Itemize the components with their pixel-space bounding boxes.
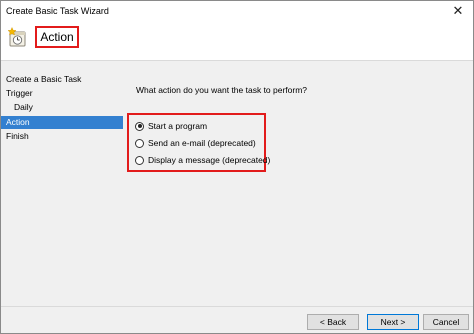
option-label: Send an e-mail (deprecated) bbox=[148, 138, 256, 148]
sidebar-item-daily[interactable]: Daily bbox=[1, 101, 123, 114]
sidebar-item-action[interactable]: Action bbox=[1, 116, 123, 129]
back-button[interactable]: < Back bbox=[307, 314, 359, 330]
close-button[interactable]: ✕ bbox=[443, 1, 473, 21]
scheduled-task-icon bbox=[7, 26, 29, 49]
window-title: Create Basic Task Wizard bbox=[6, 6, 109, 16]
wizard-window: Create Basic Task Wizard ✕ Action Create… bbox=[0, 0, 474, 334]
sidebar-item-trigger[interactable]: Trigger bbox=[1, 87, 123, 100]
next-button[interactable]: Next > bbox=[367, 314, 419, 330]
option-start-program[interactable]: Start a program bbox=[135, 120, 207, 132]
option-label: Start a program bbox=[148, 121, 208, 131]
step-title: Action bbox=[35, 26, 79, 48]
radio-start-program[interactable] bbox=[135, 121, 144, 131]
cancel-button[interactable]: Cancel bbox=[423, 314, 469, 330]
wizard-header: Action bbox=[1, 21, 473, 61]
footer-divider bbox=[1, 306, 473, 307]
wizard-steps-sidebar: Create a Basic Task Trigger Daily Action… bbox=[1, 71, 123, 271]
title-bar: Create Basic Task Wizard ✕ bbox=[1, 1, 473, 21]
option-send-email[interactable]: Send an e-mail (deprecated) bbox=[135, 137, 256, 149]
action-question: What action do you want the task to perf… bbox=[136, 85, 308, 95]
radio-send-email[interactable] bbox=[135, 138, 144, 148]
option-label: Display a message (deprecated) bbox=[148, 155, 271, 165]
action-options-group: Start a program Send an e-mail (deprecat… bbox=[127, 113, 270, 172]
radio-display-message[interactable] bbox=[135, 155, 144, 165]
sidebar-item-finish[interactable]: Finish bbox=[1, 130, 123, 143]
sidebar-item-create-basic-task[interactable]: Create a Basic Task bbox=[1, 73, 123, 86]
option-display-message[interactable]: Display a message (deprecated) bbox=[135, 154, 270, 166]
